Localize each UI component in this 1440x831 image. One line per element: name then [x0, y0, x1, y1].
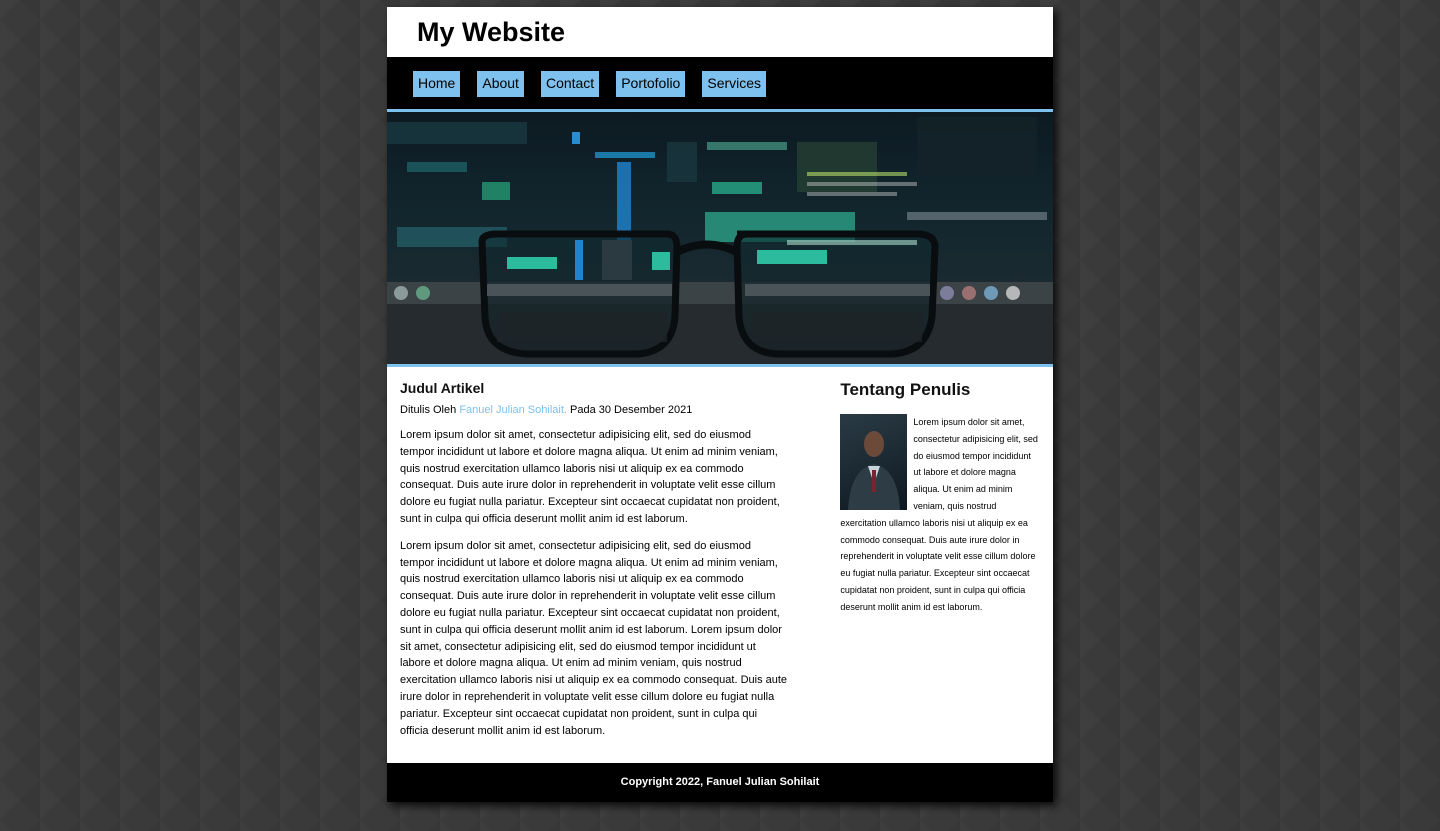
article-paragraph: Lorem ipsum dolor sit amet, consectetur …: [400, 429, 780, 525]
nav-item-contact[interactable]: Contact: [540, 71, 600, 97]
article-title: Judul Artikel: [400, 380, 485, 396]
site-title: My Website: [417, 16, 566, 47]
article: Judul Artikel Ditulis Oleh Fanuel Julian…: [400, 380, 787, 749]
sidebar-title: Tentang Penulis: [840, 380, 971, 399]
byline-prefix: Ditulis Oleh: [400, 404, 457, 416]
person-icon: [848, 431, 901, 510]
nav-item-portofolio[interactable]: Portofolio: [616, 71, 686, 97]
nav-item-home[interactable]: Home: [413, 71, 461, 97]
copyright-text: Copyright 2022, Fanuel Julian Sohilait: [620, 776, 820, 788]
article-byline: Ditulis Oleh Fanuel Julian Sohilait. Pad…: [400, 404, 787, 416]
author-bio-block: Lorem ipsum dolor sit amet, consectetur …: [840, 414, 1040, 616]
main-nav: Home About Contact Portofolio Services: [387, 57, 1053, 112]
author-sidebar: Tentang Penulis Lorem ipsum dolor sit am…: [840, 380, 1040, 749]
page-container: My Website Home About Contact Portofolio…: [387, 7, 1053, 802]
article-date: Pada 30 Desember 2021: [570, 404, 693, 416]
article-paragraph: Lorem ipsum dolor sit amet, consectetur …: [400, 539, 788, 737]
content-area: Judul Artikel Ditulis Oleh Fanuel Julian…: [387, 367, 1053, 749]
hero-illustration: [387, 117, 1053, 364]
nav-item-about[interactable]: About: [477, 71, 524, 97]
author-link[interactable]: Fanuel Julian Sohilait.: [459, 404, 567, 416]
author-photo: [840, 414, 908, 510]
site-footer: Copyright 2022, Fanuel Julian Sohilait: [387, 763, 1053, 802]
site-header: My Website: [387, 7, 1053, 57]
nav-item-services[interactable]: Services: [702, 71, 767, 97]
hero-image: [387, 112, 1053, 367]
